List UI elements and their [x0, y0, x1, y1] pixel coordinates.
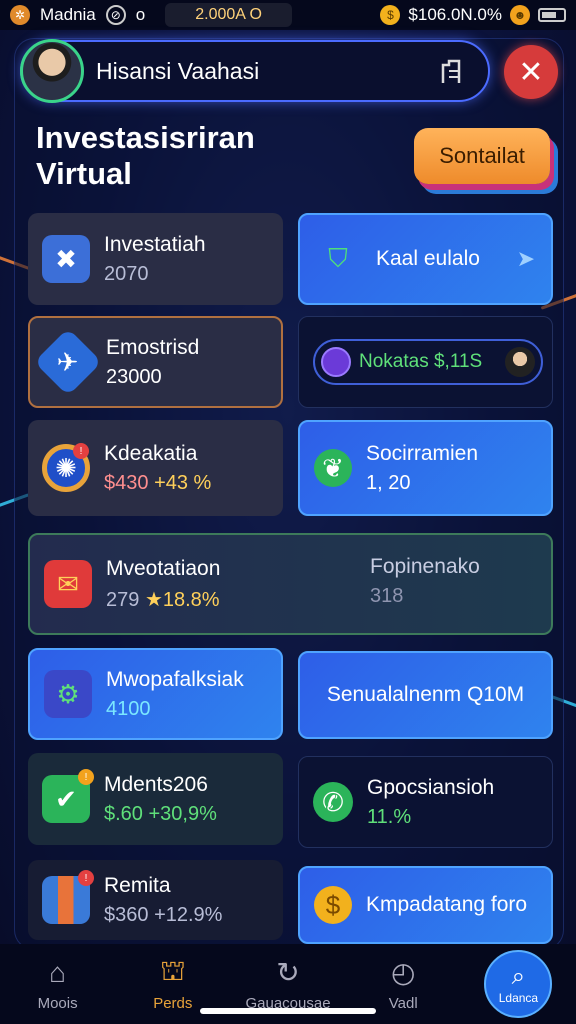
nav-label: Ldanca	[498, 991, 539, 1005]
app-name: Madnia	[40, 5, 96, 24]
arrow-icon: ➤	[516, 246, 535, 271]
notification-badge: !	[78, 769, 94, 785]
card-side-value: 318	[370, 585, 404, 607]
card-change: +12.9%	[154, 903, 223, 926]
card-value: $360	[104, 903, 149, 926]
card-kmpadatang[interactable]: $ Kmpadatang foro	[298, 866, 553, 944]
card-title: Kdeakatia	[104, 441, 198, 465]
nav-label: Perds	[153, 994, 193, 1012]
start-button[interactable]: Sontailat	[414, 128, 550, 184]
signal-text: o	[135, 5, 146, 24]
card-emostrisd[interactable]: ✈ Emostrisd 23000	[28, 316, 283, 408]
card-value: 4100	[106, 697, 151, 720]
username: Hisansi Vaahasi	[96, 57, 260, 84]
title-line-2: Virtual	[36, 156, 132, 191]
card-change: +30,9%	[148, 802, 217, 825]
page-title: Investasisriran Virtual	[36, 120, 336, 192]
card-value: 11.%	[367, 805, 412, 828]
title-line-1: Investasisriran	[36, 120, 255, 155]
nav-label: Vadl	[388, 994, 418, 1012]
wheel-icon: ✺!	[42, 443, 90, 492]
home-icon: ⌂	[49, 956, 67, 988]
card-value: $430	[104, 471, 149, 494]
card-title: Kaal eulalo	[376, 247, 480, 270]
nokatas-pill[interactable]: Nokatas $,11S	[313, 339, 543, 385]
profile-header[interactable]: Hisansi Vaahasi	[20, 39, 490, 103]
emoji-icon: ☻	[510, 5, 530, 25]
balance-right: $106.0N.0%	[408, 5, 502, 24]
senual-button[interactable]: Senualalnenm Q10M	[298, 651, 553, 739]
card-value: 279	[106, 588, 140, 611]
card-kdeakatia[interactable]: ✺! Kdeakatia $430 +43 %	[28, 420, 283, 516]
nav-item-search[interactable]: ⌕ Ldanca	[461, 944, 576, 1024]
avatar[interactable]	[20, 39, 84, 103]
coin-icon: $	[380, 5, 401, 25]
gear-icon: ⚙	[44, 670, 92, 718]
notification-badge: !	[78, 870, 94, 886]
card-mveotatiaon[interactable]: ✉ Mveotatiaon 279 ★18.8% Fopinenako 318	[28, 533, 553, 635]
card-gpocsiansioh[interactable]: ✆ Gpocsiansioh 11.%	[298, 756, 553, 848]
card-title: Kmpadatang foro	[366, 893, 528, 916]
close-button[interactable]: ✕	[504, 45, 558, 99]
card-kaal[interactable]: ⛉ Kaal eulalo ➤	[298, 213, 553, 305]
card-title: Emostrisd	[106, 335, 200, 359]
card-value: 1, 20	[366, 471, 411, 494]
battery-icon	[538, 8, 566, 22]
card-title: Investatiah	[104, 232, 206, 256]
close-icon: ✕	[518, 55, 544, 89]
bars-icon: !	[42, 870, 94, 924]
balance-pill: 2.000A O	[165, 3, 292, 27]
shield-check-icon: ⛉	[328, 243, 348, 273]
card-value: 2070	[104, 262, 149, 285]
card-nokatas[interactable]: Nokatas $,11S	[298, 316, 553, 408]
wallet-icon: ⊘	[105, 5, 126, 25]
crossed-tools-icon: ✖	[42, 235, 90, 283]
coin-icon	[321, 347, 351, 377]
refresh-icon: ↻	[276, 957, 300, 988]
card-title: Mwopafalksiak	[106, 667, 244, 691]
card-title: Mdents206	[104, 772, 208, 796]
card-mwopafalksiak[interactable]: ⚙ Mwopafalksiak 4100	[28, 648, 283, 740]
notification-badge: !	[73, 443, 89, 459]
card-change: ★18.8%	[144, 588, 220, 611]
clock-icon: ◴	[390, 957, 416, 988]
check-icon: ✔!	[42, 769, 94, 823]
card-title: Mveotatiaon	[106, 556, 221, 580]
card-title: Remita	[104, 873, 171, 897]
card-socirramien[interactable]: ❦ Socirramien 1, 20	[298, 420, 553, 516]
chat-icon: ✆	[313, 782, 353, 822]
card-side-title: Fopinenako	[370, 555, 480, 578]
avatar	[505, 347, 535, 377]
leaf-icon: ❦	[314, 449, 352, 487]
app-logo-icon: ✲	[10, 5, 30, 25]
status-bar: ✲ Madnia ⊘ o 2.000A O $ $106.0N.0% ☻	[0, 0, 576, 30]
card-title: Senualalnenm Q10M	[326, 683, 525, 706]
card-mdents[interactable]: ✔! Mdents206 $.60 +30,9%	[28, 753, 283, 845]
share-icon[interactable]	[436, 56, 466, 86]
card-value: 23000	[106, 365, 162, 388]
plane-icon: ✈	[34, 328, 102, 396]
bank-icon: ⛫	[159, 954, 186, 986]
card-title: Socirramien	[366, 441, 479, 465]
card-change: +43 %	[154, 471, 212, 494]
card-investment[interactable]: ✖ Investatiah 2070	[28, 213, 283, 305]
home-indicator	[200, 1008, 376, 1014]
coin-icon: $	[314, 886, 352, 924]
search-icon: ⌕	[511, 963, 526, 990]
card-title: Nokatas $,11S	[359, 351, 483, 372]
nav-label: Moois	[37, 994, 78, 1012]
card-remita[interactable]: ! Remita $360 +12.9%	[28, 860, 283, 940]
envelope-icon: ✉	[44, 560, 92, 608]
card-title: Gpocsiansioh	[367, 775, 495, 799]
nav-item-home[interactable]: ⌂ Moois	[0, 944, 115, 1024]
card-value: $.60	[104, 802, 143, 825]
